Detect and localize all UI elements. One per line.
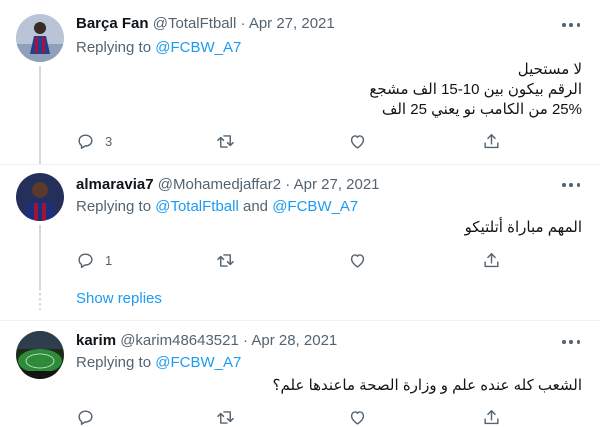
like-icon	[350, 410, 365, 425]
replying-to-label: Replying to	[76, 39, 156, 56]
avatar[interactable]	[16, 173, 64, 221]
tweet[interactable]: almaravia7 @Mohamedjaffar2 · Apr 27, 202…	[0, 165, 600, 288]
replying-to-label: Replying to	[76, 354, 156, 371]
share-icon	[484, 409, 499, 424]
like-button[interactable]	[348, 250, 367, 270]
mention-link[interactable]: @FCBW_A7	[272, 198, 358, 215]
share-button[interactable]	[482, 407, 501, 427]
tweet-line: الشعب كله عنده علم و وزارة الصحة ماعندها…	[272, 377, 582, 394]
separator: ·	[243, 332, 249, 349]
reply-button[interactable]: 1	[76, 250, 112, 270]
reply-icon	[78, 409, 93, 425]
display-name[interactable]: karim	[76, 332, 116, 349]
tweet-date[interactable]: Apr 28, 2021	[251, 332, 337, 349]
tweet-text: الشعب كله عنده علم و وزارة الصحة ماعندها…	[273, 376, 582, 396]
thread-line	[39, 225, 41, 288]
retweet-button[interactable]	[216, 407, 235, 427]
like-button[interactable]	[348, 131, 367, 151]
retweet-icon	[217, 410, 234, 424]
thread-dots	[39, 288, 41, 310]
tweet-line: المهم مباراة أتلتيكو	[464, 219, 582, 236]
retweet-button[interactable]	[216, 131, 235, 151]
share-button[interactable]	[482, 131, 501, 151]
share-button[interactable]	[482, 250, 501, 270]
replying-to: Replying to @FCBW_A7	[76, 39, 241, 56]
tweet-line: لا مستحيل	[517, 61, 582, 78]
tweet-actions	[76, 407, 500, 427]
display-name[interactable]: Barça Fan	[76, 15, 149, 32]
reply-count: 1	[105, 252, 113, 268]
avatar[interactable]	[16, 14, 64, 62]
tweet-line: 25% من الكامب نو يعني 25 الف	[381, 101, 582, 118]
mention-join: and	[238, 198, 273, 215]
reply-button[interactable]	[76, 407, 95, 427]
reply-icon	[78, 133, 93, 149]
separator: ·	[285, 176, 291, 193]
tweet-header: almaravia7 @Mohamedjaffar2 · Apr 27, 202…	[76, 176, 380, 193]
tweet-header: karim @karim48643521 · Apr 28, 2021	[76, 332, 337, 349]
retweet-icon	[217, 253, 234, 267]
replying-to-label: Replying to	[76, 198, 156, 215]
tweet-text: المهم مباراة أتلتيكو	[465, 218, 582, 238]
mention-link[interactable]: @FCBW_A7	[155, 354, 241, 371]
more-icon[interactable]	[562, 23, 580, 27]
tweet[interactable]: karim @karim48643521 · Apr 28, 2021 Repl…	[0, 320, 600, 427]
reply-icon	[78, 252, 93, 268]
user-handle[interactable]: @TotalFtball	[153, 15, 237, 32]
retweet-button[interactable]	[216, 250, 235, 270]
tweet-date[interactable]: Apr 27, 2021	[294, 176, 380, 193]
tweet[interactable]: Barça Fan @TotalFtball · Apr 27, 2021 Re…	[0, 0, 600, 165]
retweet-icon	[217, 134, 234, 148]
like-icon	[350, 134, 365, 149]
thread-line	[39, 66, 41, 165]
user-handle[interactable]: @karim48643521	[120, 332, 239, 349]
separator: ·	[240, 15, 246, 32]
tweet-text: لا مستحيل الرقم بيكون بين 10-15 الف مشجع…	[369, 60, 582, 120]
replying-to: Replying to @FCBW_A7	[76, 354, 241, 371]
show-replies-link[interactable]: Show replies	[76, 290, 162, 307]
tweet-date[interactable]: Apr 27, 2021	[249, 15, 335, 32]
tweet-actions: 1	[76, 250, 500, 270]
tweet-header: Barça Fan @TotalFtball · Apr 27, 2021	[76, 15, 335, 32]
like-icon	[350, 253, 365, 268]
replying-to: Replying to @TotalFtball and @FCBW_A7	[76, 198, 358, 215]
tweet-line: الرقم بيكون بين 10-15 الف مشجع	[369, 81, 582, 98]
more-icon[interactable]	[562, 340, 580, 344]
more-icon[interactable]	[562, 183, 580, 187]
tweet-actions: 3	[76, 131, 500, 151]
share-icon	[484, 252, 499, 267]
like-button[interactable]	[348, 407, 367, 427]
mention-link[interactable]: @TotalFtball	[155, 198, 239, 215]
avatar[interactable]	[16, 331, 64, 379]
share-icon	[484, 133, 499, 148]
user-handle[interactable]: @Mohamedjaffar2	[158, 176, 281, 193]
reply-button[interactable]: 3	[76, 131, 112, 151]
mention-link[interactable]: @FCBW_A7	[155, 39, 241, 56]
display-name[interactable]: almaravia7	[76, 176, 154, 193]
reply-count: 3	[105, 133, 113, 149]
